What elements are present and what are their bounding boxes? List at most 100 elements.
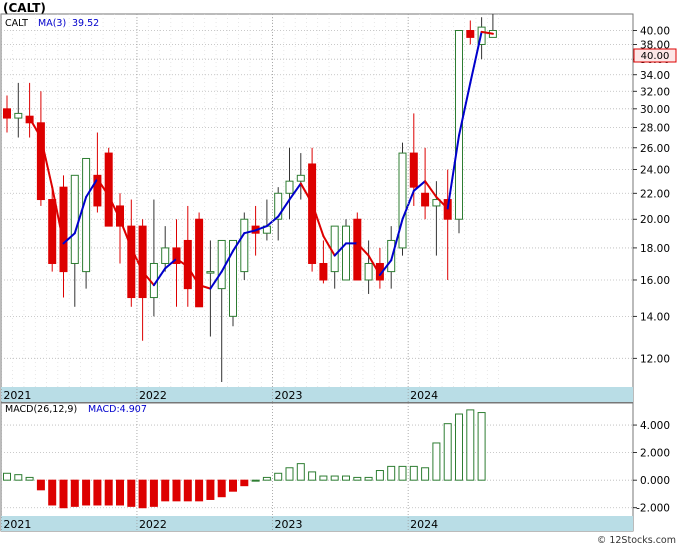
price-tick-label: 34.00	[640, 70, 670, 82]
price-tick-label: 32.00	[640, 86, 670, 98]
candle-body	[308, 163, 317, 264]
candle-body	[127, 225, 136, 299]
macd-bar	[353, 476, 362, 481]
candle-body	[206, 271, 215, 274]
macd-bar	[296, 463, 305, 481]
candle-body	[409, 152, 418, 188]
macd-tick-label: 4.000	[640, 420, 670, 432]
chart-title: (CALT)	[3, 1, 46, 15]
price-tick-label: 26.00	[640, 143, 670, 155]
macd-bar	[398, 465, 407, 481]
macd-bar	[229, 479, 237, 492]
macd-y-tick-labels: -2.000 0.000 2.000 4.000	[633, 420, 670, 515]
macd-bar	[342, 475, 350, 481]
price-tick-label: 12.00	[640, 353, 670, 365]
candle-body	[421, 192, 430, 207]
candle-body	[466, 30, 475, 38]
macd-bar	[375, 470, 384, 481]
macd-bar	[195, 479, 204, 502]
x-tick-label: 2021	[3, 389, 31, 402]
candle-body	[296, 174, 305, 182]
candle-body	[342, 225, 350, 281]
macd-bar	[127, 479, 136, 507]
legend-ma-value: 39.52	[72, 18, 99, 29]
macd-bar	[36, 479, 45, 491]
macd-bar	[387, 465, 396, 481]
price-panel-frame	[0, 13, 634, 403]
macd-bar	[3, 472, 11, 481]
macd-bar	[443, 423, 452, 481]
price-tick-label: 24.00	[640, 165, 670, 177]
price-x-axis-band	[1, 387, 633, 402]
candle-body	[353, 218, 362, 281]
macd-bar	[183, 479, 192, 502]
macd-bar	[172, 479, 181, 502]
macd-bar	[251, 479, 260, 482]
macd-bar	[466, 409, 475, 481]
x-tick-label: 2023	[275, 389, 303, 402]
macd-bar	[285, 467, 294, 481]
chart-canvas: 12.00 14.00 16.00 18.00 20.00 22.00 24.00 26.00…	[0, 1, 677, 546]
price-tick-label: 22.00	[640, 188, 670, 200]
macd-bar	[421, 467, 430, 481]
candle-body	[364, 262, 373, 281]
x-tick-label: 2021	[3, 518, 31, 531]
price-tick-label: 16.00	[640, 275, 670, 287]
candle-body	[138, 225, 147, 299]
macd-bar	[319, 475, 328, 481]
macd-bar	[149, 479, 158, 507]
price-tick-label: 30.00	[640, 104, 670, 116]
candle-body	[161, 247, 170, 264]
macd-bar	[59, 479, 68, 509]
macd-bar	[93, 479, 102, 506]
x-tick-label: 2023	[275, 518, 303, 531]
macd-panel-frame	[0, 402, 634, 532]
macd-bar	[308, 471, 317, 481]
legend-symbol: CALT	[5, 18, 28, 29]
price-y-tick-labels: 12.00 14.00 16.00 18.00 20.00 22.00 24.00 26.00…	[633, 26, 670, 365]
x-tick-label: 2022	[139, 389, 167, 402]
macd-bar	[116, 479, 124, 506]
macd-bar	[104, 479, 113, 506]
candle-body	[14, 112, 23, 119]
candle-body	[104, 152, 113, 227]
stock-chart: 12.00 14.00 16.00 18.00 20.00 22.00 24.00 26.00…	[0, 0, 680, 546]
macd-bar	[432, 442, 441, 481]
candle-body	[70, 174, 79, 264]
candle-body	[217, 239, 226, 290]
macd-bar	[206, 479, 215, 500]
macd-bar	[262, 476, 271, 481]
macd-bar	[364, 476, 373, 481]
macd-bar	[70, 479, 79, 507]
last-price-label: 40.00	[641, 51, 670, 62]
macd-bar	[161, 479, 170, 502]
ma-line-segment	[469, 30, 483, 84]
candle-body	[3, 108, 11, 119]
macd-tick-label: -2.000	[636, 503, 670, 515]
x-tick-label: 2024	[410, 389, 438, 402]
candle-body	[398, 152, 407, 249]
price-tick-label: 18.00	[640, 243, 670, 255]
macd-bar	[14, 474, 23, 481]
legend-ma-label: MA(3)	[38, 18, 66, 29]
macd-bar	[330, 475, 339, 481]
legend-macd-label: MACD(26,12,9)	[5, 404, 77, 415]
candle-body	[48, 199, 57, 264]
macd-bar	[274, 472, 283, 481]
macd-bar	[25, 476, 34, 481]
candle-body	[330, 225, 339, 273]
macd-bar	[48, 479, 57, 506]
price-tick-label: 28.00	[640, 123, 670, 135]
price-tick-label: 14.00	[640, 311, 670, 323]
candle-body	[195, 218, 204, 308]
x-tick-label: 2022	[139, 518, 167, 531]
candle-body	[240, 218, 249, 273]
macd-bar	[217, 479, 226, 498]
candle-body	[82, 157, 91, 273]
macd-bar	[477, 412, 486, 481]
price-tick-label: 20.00	[640, 214, 670, 226]
candle-body	[319, 262, 328, 281]
price-tick-label: 40.00	[640, 26, 670, 38]
candle-body	[387, 239, 396, 273]
macd-bar	[409, 465, 418, 481]
